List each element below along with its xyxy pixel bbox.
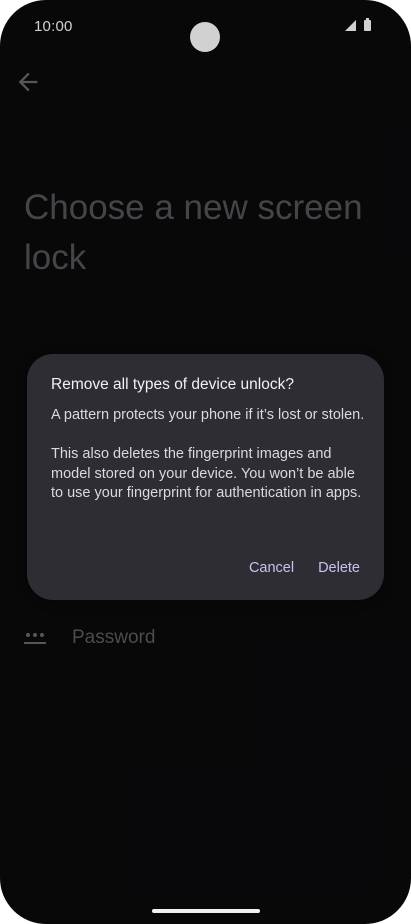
dialog-title: Remove all types of device unlock? <box>51 376 294 393</box>
gesture-nav-handle[interactable] <box>152 909 260 913</box>
remove-unlock-dialog: Remove all types of device unlock? A pat… <box>27 354 384 600</box>
dialog-body-paragraph: A pattern protects your phone if it’s lo… <box>51 407 365 423</box>
delete-button[interactable]: Delete <box>318 558 360 578</box>
dialog-actions: Cancel Delete <box>225 558 360 578</box>
cancel-button[interactable]: Cancel <box>249 558 294 578</box>
dialog-body-paragraph: This also deletes the fingerprint images… <box>51 446 362 501</box>
dialog-body: A pattern protects your phone if it’s lo… <box>51 406 369 523</box>
phone-screen: 10:00 Choose a new screen lock Password … <box>0 0 411 924</box>
